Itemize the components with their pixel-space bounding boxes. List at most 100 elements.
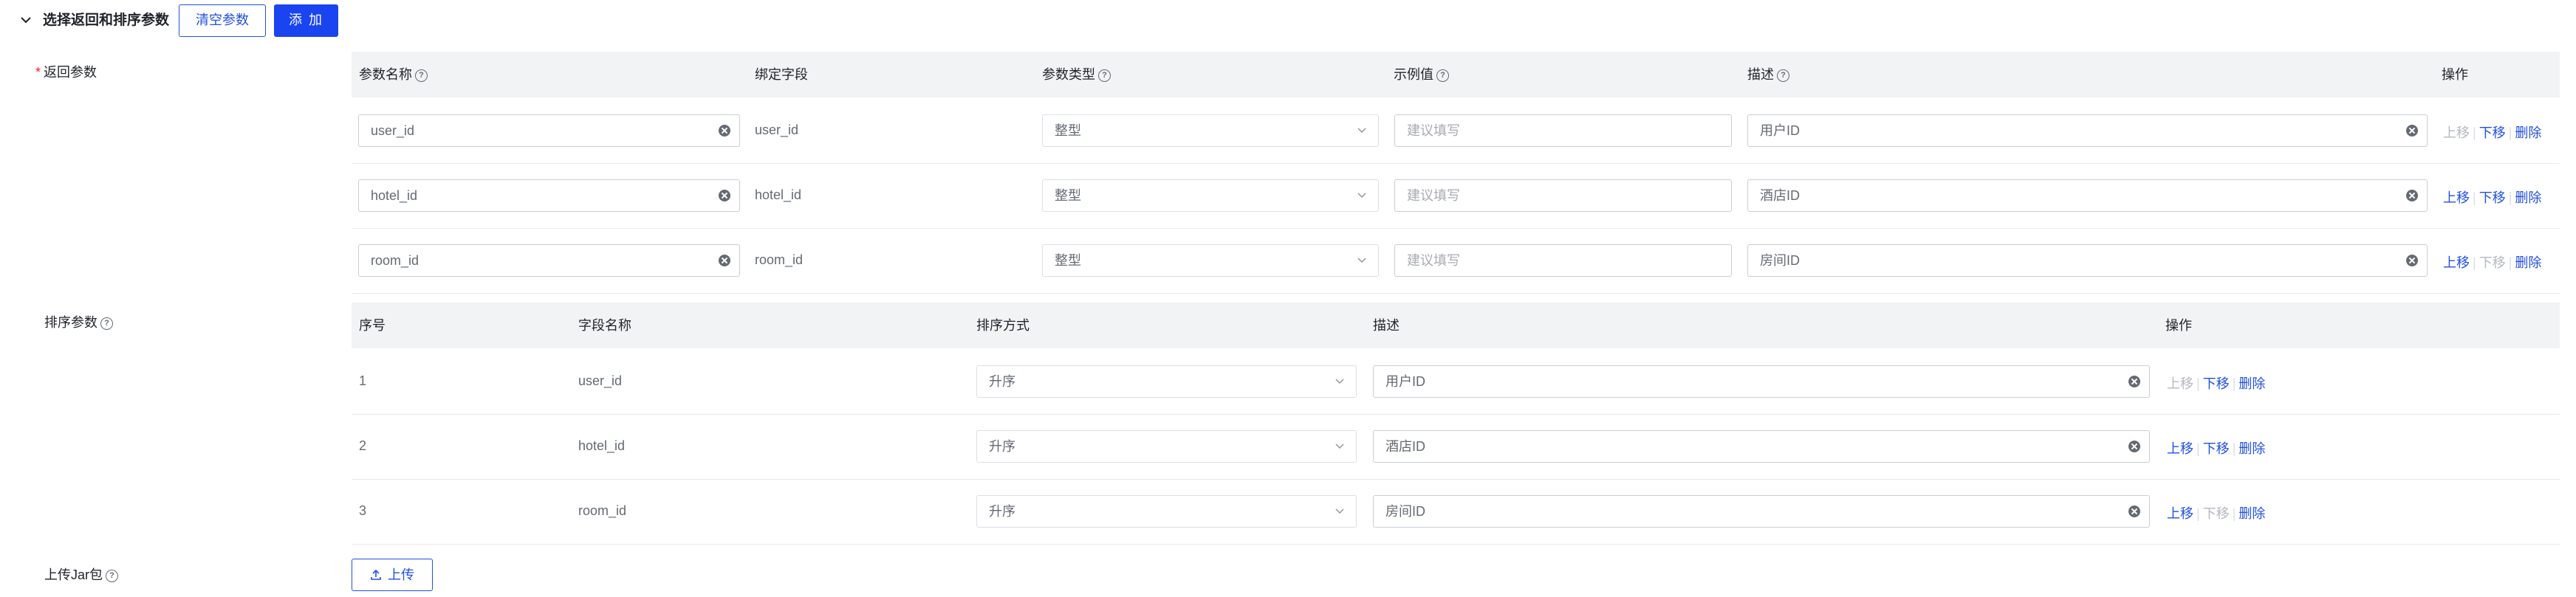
move-down-link[interactable]: 下移 [2203,441,2230,456]
add-button[interactable]: 添 加 [274,4,338,37]
delete-link[interactable]: 删除 [2238,376,2265,391]
clear-icon[interactable] [2406,190,2418,201]
example-placeholder: 建议填写 [1407,188,1460,203]
delete-link[interactable]: 删除 [2238,506,2265,521]
help-icon[interactable]: ? [1777,69,1789,82]
sort-table-header: 序号 字段名称 排序方式 描述 操作 [352,303,2560,348]
help-icon[interactable]: ? [1098,69,1111,82]
th-desc: 描述? [1747,52,1789,97]
clear-icon[interactable] [2406,255,2418,266]
desc-value: 房间ID [1760,253,1800,268]
param-type-select[interactable]: 整型 [1042,114,1379,147]
move-down-link[interactable]: 下移 [2479,190,2506,205]
sort-desc-input[interactable]: 用户ID [1373,365,2150,398]
param-name-input[interactable]: room_id [358,244,740,277]
sort-index: 1 [359,373,367,388]
move-up-link[interactable]: 上移 [2167,376,2193,391]
desc-input[interactable]: 房间ID [1747,244,2428,277]
sort-desc-input[interactable]: 房间ID [1373,495,2150,528]
sort-desc-input[interactable]: 酒店ID [1373,430,2150,463]
param-type-select[interactable]: 整型 [1042,179,1379,212]
row-actions: 上移 | 下移 | 删除 [2443,252,2541,272]
row-actions: 上移 | 下移 | 删除 [2443,187,2541,207]
clear-icon[interactable] [2128,441,2140,452]
divider: | [2232,441,2236,456]
example-placeholder: 建议填写 [1407,253,1460,268]
example-placeholder: 建议填写 [1407,123,1460,138]
param-name-value: room_id [371,253,419,268]
param-type-select[interactable]: 整型 [1042,244,1379,277]
move-up-link[interactable]: 上移 [2167,506,2193,521]
chevron-down-icon [1335,444,1344,449]
sort-order-select[interactable]: 升序 [976,495,1357,528]
delete-link[interactable]: 删除 [2238,441,2265,456]
move-down-link[interactable]: 下移 [2203,376,2230,391]
sort-desc-value: 用户ID [1385,374,1425,389]
sort-field-name: user_id [578,373,623,388]
th-ops: 操作 [2442,67,2468,82]
move-down-link[interactable]: 下移 [2479,255,2506,270]
clear-params-button[interactable]: 清空参数 [179,4,266,37]
sort-order-select[interactable]: 升序 [976,430,1357,463]
sort-order-value: 升序 [989,504,1015,519]
chevron-down-icon [1357,193,1366,199]
clear-icon[interactable] [2128,376,2140,387]
param-name-input[interactable]: hotel_id [358,179,740,212]
upload-label: 上传 [388,567,414,582]
move-up-link[interactable]: 上移 [2443,190,2470,205]
chevron-down-icon [1357,258,1366,263]
example-value-input[interactable]: 建议填写 [1394,244,1732,277]
upload-jar-label: 上传Jar包? [44,566,119,584]
row-actions: 上移 | 下移 | 删除 [2167,503,2265,522]
param-name-value: hotel_id [371,188,418,203]
move-down-link[interactable]: 下移 [2203,506,2230,521]
sort-params-text: 排序参数 [44,315,97,330]
move-up-link[interactable]: 上移 [2443,125,2470,140]
clear-icon[interactable] [719,190,730,201]
clear-icon[interactable] [2406,125,2418,137]
clear-icon[interactable] [719,255,730,266]
th-param-name: 参数名称? [359,52,428,97]
row-divider [352,479,2560,480]
desc-input[interactable]: 酒店ID [1747,179,2428,212]
row-divider [352,163,2560,164]
clear-icon[interactable] [2128,505,2140,517]
th-sort-desc: 描述 [1373,318,1400,333]
upload-icon [371,569,381,580]
return-table-header: 参数名称? 绑定字段 参数类型? 示例值? 描述? 操作 [352,52,2560,97]
param-name-input[interactable]: user_id [358,114,740,147]
row-divider [352,293,2560,294]
clear-icon[interactable] [719,125,730,137]
divider: | [2508,255,2512,270]
help-icon[interactable]: ? [106,569,119,582]
move-down-link[interactable]: 下移 [2479,125,2506,140]
chevron-down-icon[interactable] [19,13,32,27]
param-type-value: 整型 [1055,188,1081,203]
divider: | [2508,125,2512,140]
chevron-down-icon [1335,379,1344,384]
help-icon[interactable]: ? [100,317,113,330]
row-divider [352,414,2560,415]
example-value-input[interactable]: 建议填写 [1394,114,1732,147]
desc-input[interactable]: 用户ID [1747,114,2428,147]
th-field-name: 字段名称 [578,318,631,333]
upload-button[interactable]: 上传 [352,559,433,591]
row-divider [352,544,2560,545]
delete-link[interactable]: 删除 [2515,255,2541,270]
delete-link[interactable]: 删除 [2515,190,2541,205]
desc-value: 用户ID [1760,123,1800,138]
move-up-link[interactable]: 上移 [2443,255,2470,270]
th-sort-ops: 操作 [2165,318,2192,333]
divider: | [2473,190,2476,205]
sort-field-name: hotel_id [578,438,626,453]
help-icon[interactable]: ? [1436,69,1449,82]
delete-link[interactable]: 删除 [2515,125,2541,140]
example-value-input[interactable]: 建议填写 [1394,179,1732,212]
divider: | [2196,441,2200,456]
sort-order-select[interactable]: 升序 [976,365,1357,398]
return-params-text: 返回参数 [44,65,97,80]
move-up-link[interactable]: 上移 [2167,441,2193,456]
divider: | [2232,376,2236,391]
help-icon[interactable]: ? [415,69,428,82]
th-bind-field: 绑定字段 [755,67,808,82]
